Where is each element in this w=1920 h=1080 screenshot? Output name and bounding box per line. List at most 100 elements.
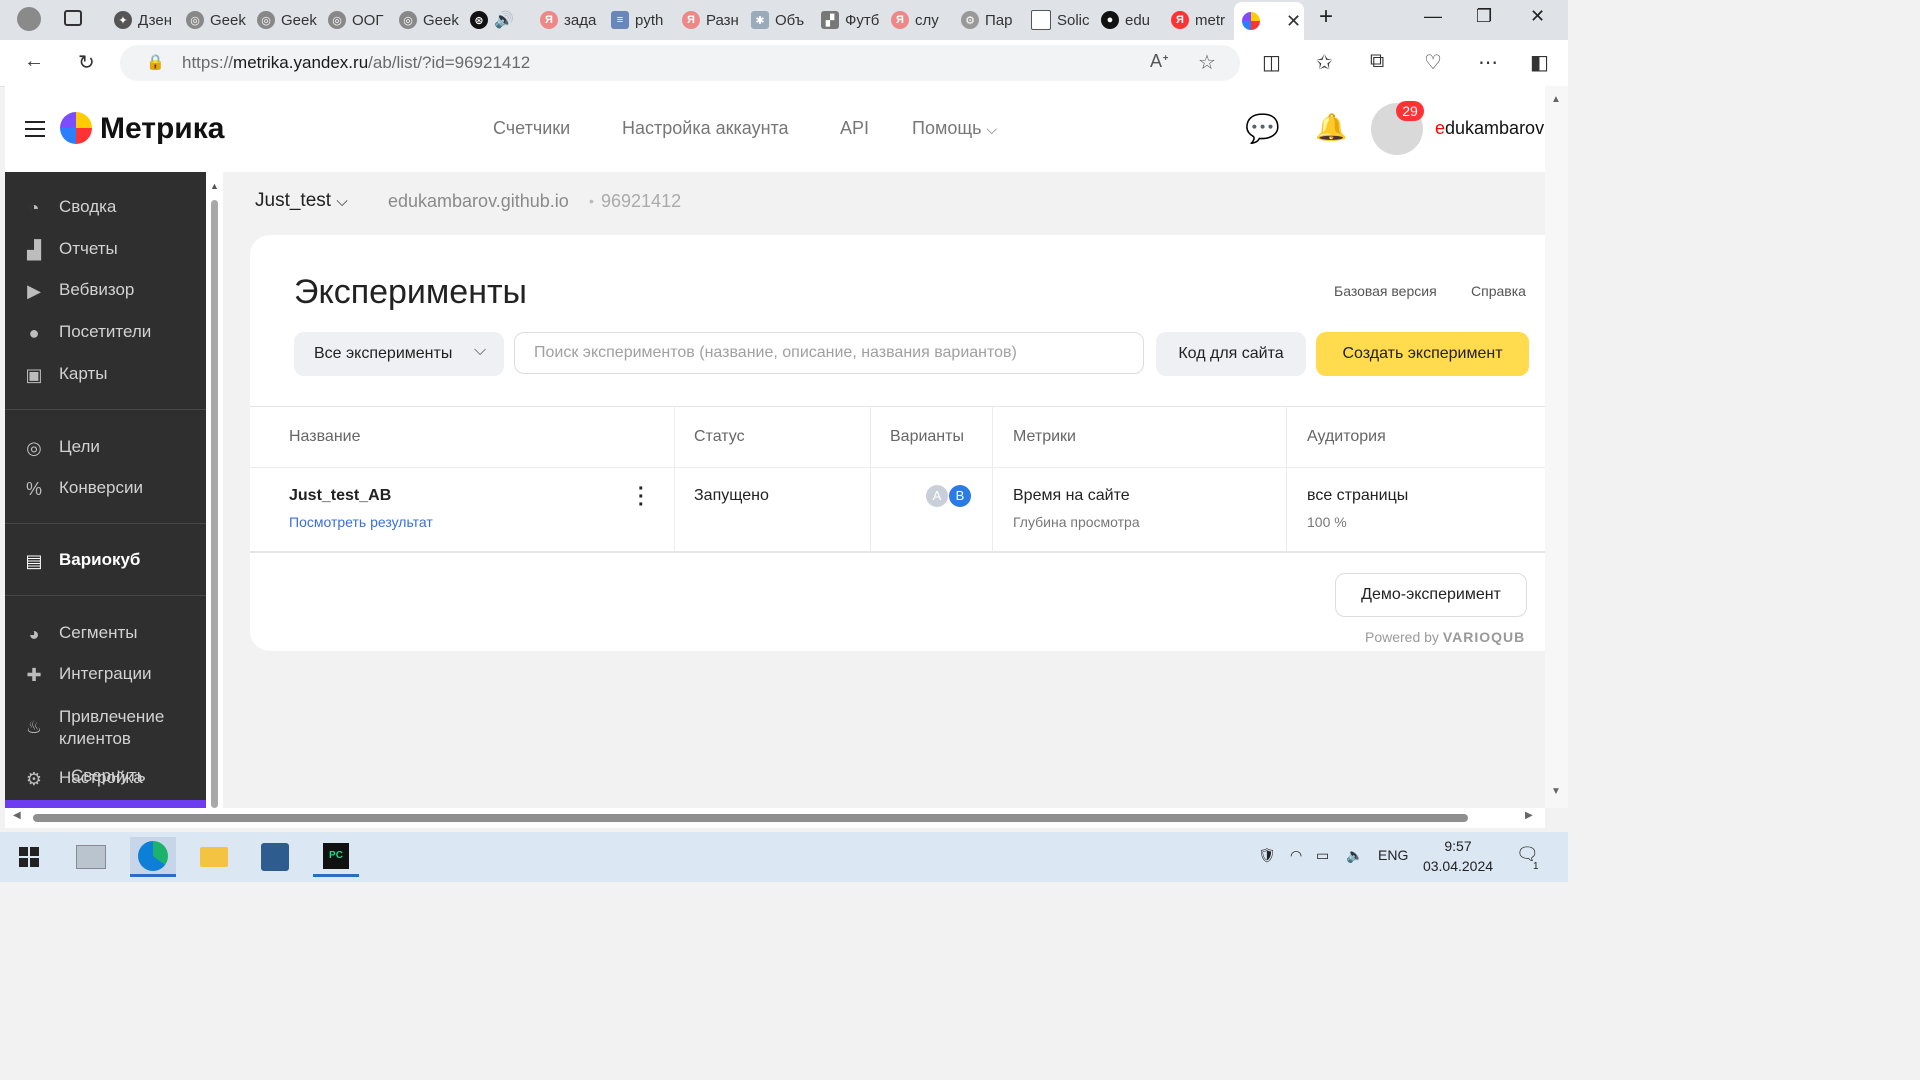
sidebar-scrollbar[interactable]: ▲ (206, 172, 223, 808)
maximize-icon[interactable]: ❐ (1476, 6, 1492, 27)
close-tab-icon[interactable]: ✕ (1286, 11, 1301, 32)
browser-essentials-icon[interactable]: ♡ (1424, 50, 1442, 75)
browser-tab-active[interactable]: ✕ (1234, 2, 1304, 40)
read-aloud-icon[interactable]: Aᐩ (1150, 51, 1169, 72)
browser-tab[interactable]: ✱ Объ (751, 4, 815, 36)
username[interactable]: edukambarov (1435, 118, 1545, 139)
clock[interactable]: 9:57 03.04.2024 (1412, 838, 1504, 874)
site-code-button[interactable]: Код для сайта (1156, 332, 1306, 376)
nav-api[interactable]: API (840, 118, 869, 139)
sidebar-item-maps[interactable]: ▣ Карты (23, 364, 107, 386)
profile-icon[interactable] (17, 7, 41, 31)
favorite-star-icon[interactable]: ☆ (1198, 50, 1216, 75)
basic-version-link[interactable]: Базовая версия (1334, 283, 1437, 299)
sidebar-item-webvisor[interactable]: ▶ Вебвизор (23, 280, 134, 302)
column-header-metrics[interactable]: Метрики (1013, 428, 1076, 446)
sidebar-item-visitors[interactable]: ● Посетители (23, 322, 152, 344)
experiments-filter-dropdown[interactable]: Все эксперименты ⌵ (294, 332, 504, 376)
table-border (250, 406, 1545, 407)
tab-favicon-icon: Я (540, 11, 558, 29)
tab-actions-icon[interactable] (64, 10, 82, 26)
split-screen-icon[interactable]: ◫ (1262, 50, 1281, 75)
browser-tab[interactable]: ● edu (1101, 4, 1165, 36)
app-logo[interactable]: Метрика (100, 112, 224, 146)
browser-tab[interactable]: Язада (540, 4, 604, 36)
tab-favicon-icon: ✱ (751, 11, 769, 29)
browser-tab[interactable]: ≡ pyth (611, 4, 675, 36)
column-header-variants[interactable]: Варианты (890, 428, 964, 446)
menu-icon[interactable] (25, 121, 45, 137)
nav-counters[interactable]: Счетчики (493, 118, 570, 139)
sidebar-item-segments[interactable]: ◕ Сегменты (23, 623, 138, 645)
horizontal-scroll-thumb[interactable] (33, 814, 1468, 822)
windows-start-icon[interactable] (6, 837, 52, 877)
browser-tab[interactable]: ⊛ 🔊 (470, 4, 528, 36)
column-header-audience[interactable]: Аудитория (1307, 428, 1386, 446)
favorites-icon[interactable]: ✩ (1316, 50, 1333, 75)
wifi-icon[interactable]: ◠ (1290, 847, 1302, 864)
search-input[interactable] (514, 332, 1144, 374)
counter-selector[interactable]: Just_test ⌵ (255, 190, 348, 212)
sidebar-toggle-icon[interactable]: ◧ (1530, 50, 1549, 75)
new-tab-icon[interactable]: + (1319, 3, 1333, 31)
metrika-favicon-icon (1242, 12, 1260, 30)
demo-experiment-button[interactable]: Демо-эксперимент (1335, 573, 1527, 617)
pycharm-icon[interactable]: PC (313, 837, 359, 877)
browser-tab[interactable]: ◎ Geek (186, 4, 250, 36)
edge-browser-icon[interactable] (130, 837, 176, 877)
close-window-icon[interactable]: ✕ (1530, 6, 1545, 27)
database-app-icon[interactable] (252, 837, 298, 877)
chat-icon[interactable]: 💬 (1245, 112, 1280, 145)
browser-tab[interactable]: Solic (1031, 4, 1095, 36)
browser-tab[interactable]: ◎ Geek (257, 4, 321, 36)
counter-id: 96921412 (601, 191, 682, 211)
nav-account-settings[interactable]: Настройка аккаунта (622, 118, 789, 139)
collections-icon[interactable]: ⧉ (1370, 50, 1384, 73)
more-icon[interactable]: ⋯ (1478, 50, 1498, 75)
bell-icon[interactable]: 🔔 (1315, 112, 1347, 143)
address-bar: ← ↻ 🔒 https://metrika.yandex.ru/ab/list/… (0, 40, 1568, 87)
column-header-status[interactable]: Статус (694, 428, 745, 446)
nav-help[interactable]: Помощь ⌵ (912, 118, 997, 139)
language-indicator[interactable]: ENG (1378, 847, 1408, 863)
sidebar-item-goals[interactable]: ◎ Цели (23, 437, 100, 459)
minimize-icon[interactable]: — (1424, 6, 1442, 27)
browser-tab[interactable]: Яmetr (1171, 4, 1233, 36)
file-explorer-icon[interactable] (191, 837, 237, 877)
sidebar-item-acquisition[interactable]: ♨ Привлечение клиентов (23, 706, 179, 750)
refresh-icon[interactable]: ↻ (78, 50, 95, 75)
column-header-name[interactable]: Название (289, 428, 361, 446)
horizontal-scrollbar[interactable]: ◀ ▶ (5, 808, 1545, 828)
lock-icon[interactable]: 🔒 (146, 53, 165, 71)
row-menu-icon[interactable]: · · · (638, 479, 645, 515)
browser-tab[interactable]: Я Разн (682, 4, 746, 36)
view-result-link[interactable]: Посмотреть результат (289, 514, 433, 530)
audio-icon[interactable]: 🔊 (494, 10, 514, 30)
url-field[interactable]: 🔒 https://metrika.yandex.ru/ab/list/?id=… (120, 45, 1240, 81)
browser-tab[interactable]: Яслу (891, 4, 955, 36)
map-icon: ▣ (25, 365, 43, 385)
sidebar-scroll-thumb[interactable] (211, 200, 218, 808)
browser-tab[interactable]: ⚙ Пар (961, 4, 1025, 36)
sidebar-item-summary[interactable]: ◔ Сводка (23, 197, 117, 219)
sidebar-item-conversions[interactable]: % Конверсии (23, 478, 143, 500)
sidebar-item-variocube[interactable]: ▤ Вариокуб (23, 550, 140, 572)
experiment-name[interactable]: Just_test_AB (289, 487, 391, 505)
column-divider (992, 406, 993, 551)
browser-tab[interactable]: ▞ Футб (821, 4, 885, 36)
back-icon[interactable]: ← (24, 50, 44, 73)
sidebar-item-reports[interactable]: ▟ Отчеты (23, 239, 118, 261)
volume-icon[interactable]: 🔈 (1346, 847, 1363, 864)
sidebar-collapse[interactable]: Свернуть (71, 766, 146, 786)
browser-tab[interactable]: ✦ Дзен (114, 4, 178, 36)
file-viewer-app-icon[interactable] (68, 837, 114, 877)
page-scrollbar[interactable]: ▲ ▼ (1545, 86, 1568, 808)
browser-tab[interactable]: ◎ ООГ (328, 4, 392, 36)
sidebar-item-integrations[interactable]: ✚ Интеграции (23, 664, 151, 686)
help-link[interactable]: Справка (1471, 283, 1526, 299)
metrika-logo-icon[interactable] (60, 112, 92, 144)
security-icon[interactable]: 🛡 (1258, 847, 1276, 864)
browser-tab[interactable]: ◎ Geek (399, 4, 463, 36)
battery-icon[interactable]: ▭ (1316, 847, 1329, 864)
create-experiment-button[interactable]: Создать эксперимент (1316, 332, 1529, 376)
